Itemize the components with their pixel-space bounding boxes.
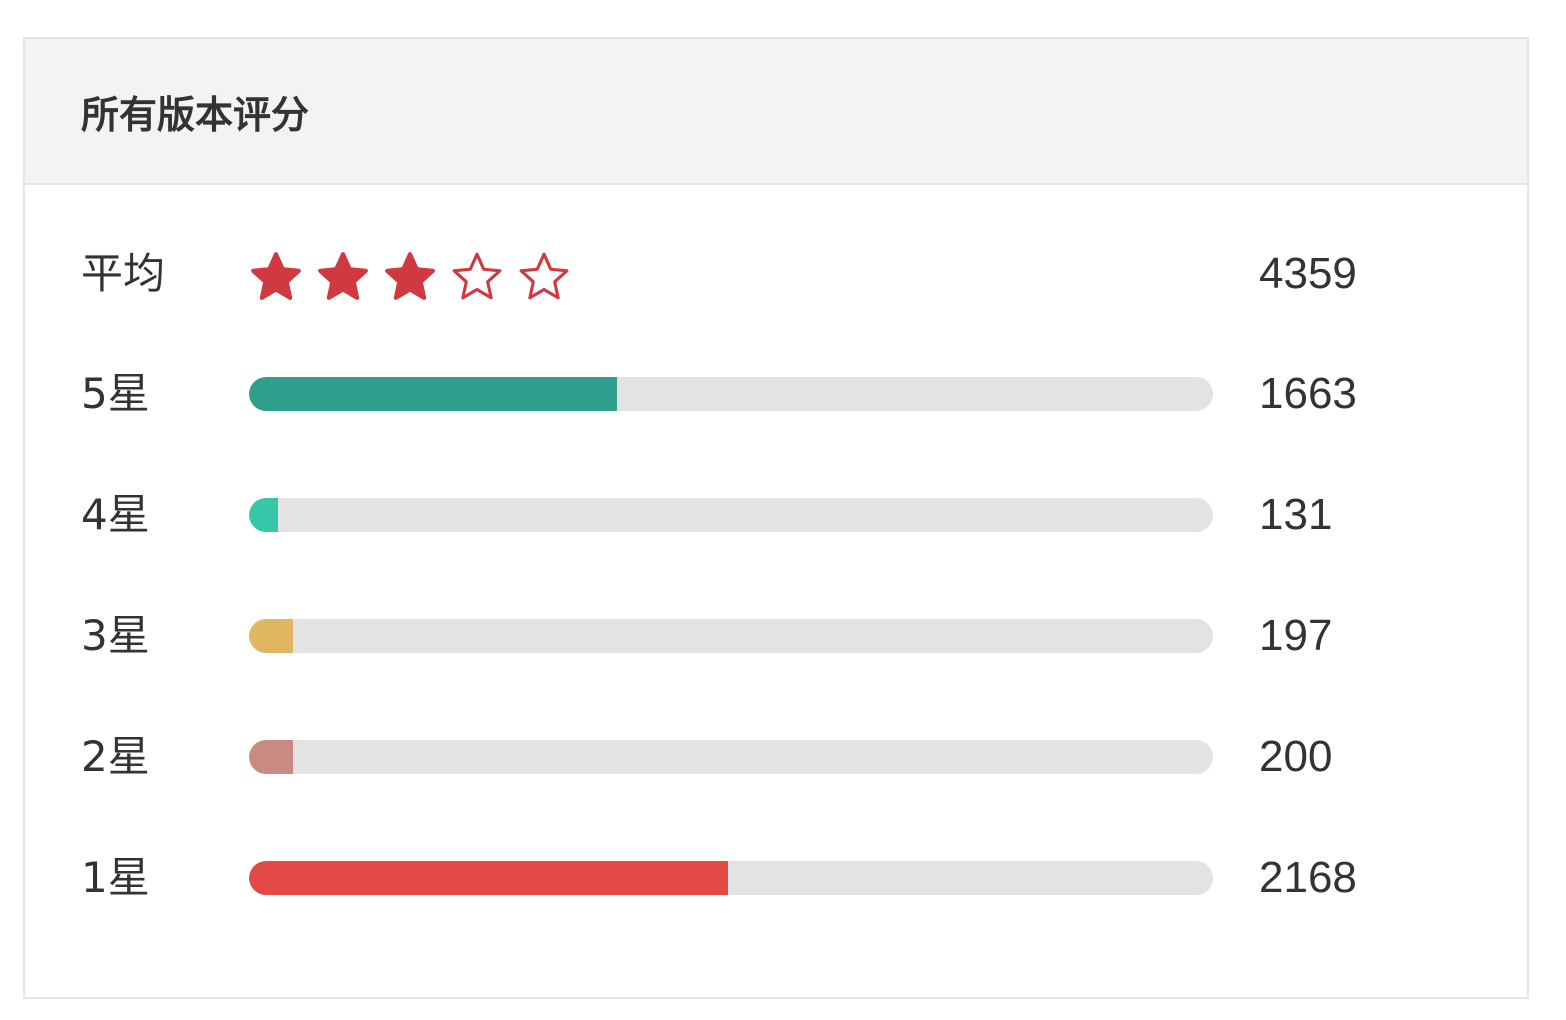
rating-bar-track <box>249 498 1213 532</box>
rating-bar-track <box>249 619 1213 653</box>
average-label: 平均 <box>81 249 166 298</box>
rating-bar-track <box>249 861 1213 895</box>
rating-bar-track <box>249 377 1213 411</box>
rating-bar-fill <box>249 619 293 653</box>
rating-bar-fill <box>249 740 294 774</box>
star-outline-icon <box>517 250 571 302</box>
average-star-rating <box>249 250 571 302</box>
rating-count: 200 <box>1259 732 1333 781</box>
rating-bar-fill <box>249 498 279 532</box>
rating-bar-track <box>249 740 1213 774</box>
rating-label: 4星 <box>81 490 150 539</box>
rating-count: 131 <box>1259 490 1333 539</box>
rating-row-4-star: 4星 131 <box>25 485 1527 545</box>
total-rating-count: 4359 <box>1259 249 1357 298</box>
rating-row-1-star: 1星 2168 <box>25 848 1527 908</box>
panel-title: 所有版本评分 <box>81 92 310 137</box>
star-filled-icon <box>249 250 303 302</box>
rating-bar-fill <box>249 377 617 411</box>
rating-row-5-star: 5星 1663 <box>25 364 1527 424</box>
ratings-panel: 所有版本评分 平均 4359 5星 1663 4星 131 3星 197 2星 <box>23 37 1529 999</box>
rating-bar-fill <box>249 861 729 895</box>
rating-count: 2168 <box>1259 853 1357 902</box>
rating-count: 1663 <box>1259 369 1357 418</box>
rating-label: 1星 <box>81 853 150 902</box>
rating-label: 3星 <box>81 611 150 660</box>
star-filled-icon <box>383 250 437 302</box>
rating-count: 197 <box>1259 611 1333 660</box>
star-outline-icon <box>450 250 504 302</box>
rating-row-3-star: 3星 197 <box>25 606 1527 666</box>
star-filled-icon <box>316 250 370 302</box>
rating-label: 5星 <box>81 369 150 418</box>
rating-label: 2星 <box>81 732 150 781</box>
panel-header: 所有版本评分 <box>25 39 1527 185</box>
rating-row-2-star: 2星 200 <box>25 727 1527 787</box>
average-row: 平均 4359 <box>25 244 1527 304</box>
